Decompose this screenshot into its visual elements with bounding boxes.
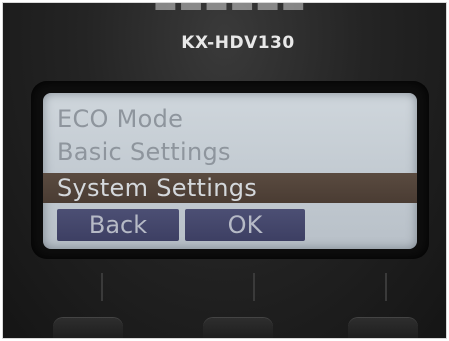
back-softkey[interactable]: Back bbox=[57, 209, 179, 241]
softkey-marker bbox=[101, 273, 103, 301]
model-label: KX-HDV130 bbox=[181, 33, 295, 53]
softkey-marker bbox=[253, 273, 255, 301]
menu-item-eco-mode[interactable]: ECO Mode bbox=[57, 105, 183, 133]
softkey-marker bbox=[385, 273, 387, 301]
hardware-softkey-left[interactable] bbox=[53, 318, 123, 338]
phone-body: ▬▬▬▬▬▬ KX-HDV130 ECO Mode Basic Settings… bbox=[3, 3, 446, 338]
hardware-softkey-right[interactable] bbox=[348, 318, 418, 338]
menu-item-system-settings[interactable]: System Settings bbox=[43, 173, 417, 203]
ok-softkey[interactable]: OK bbox=[185, 209, 305, 241]
menu-item-basic-settings[interactable]: Basic Settings bbox=[57, 138, 231, 166]
brand-logo-partial: ▬▬▬▬▬▬ bbox=[153, 2, 307, 19]
photo-frame: ▬▬▬▬▬▬ KX-HDV130 ECO Mode Basic Settings… bbox=[2, 2, 447, 339]
hardware-softkey-center[interactable] bbox=[203, 318, 273, 338]
lcd-display: ECO Mode Basic Settings System Settings … bbox=[43, 93, 417, 249]
